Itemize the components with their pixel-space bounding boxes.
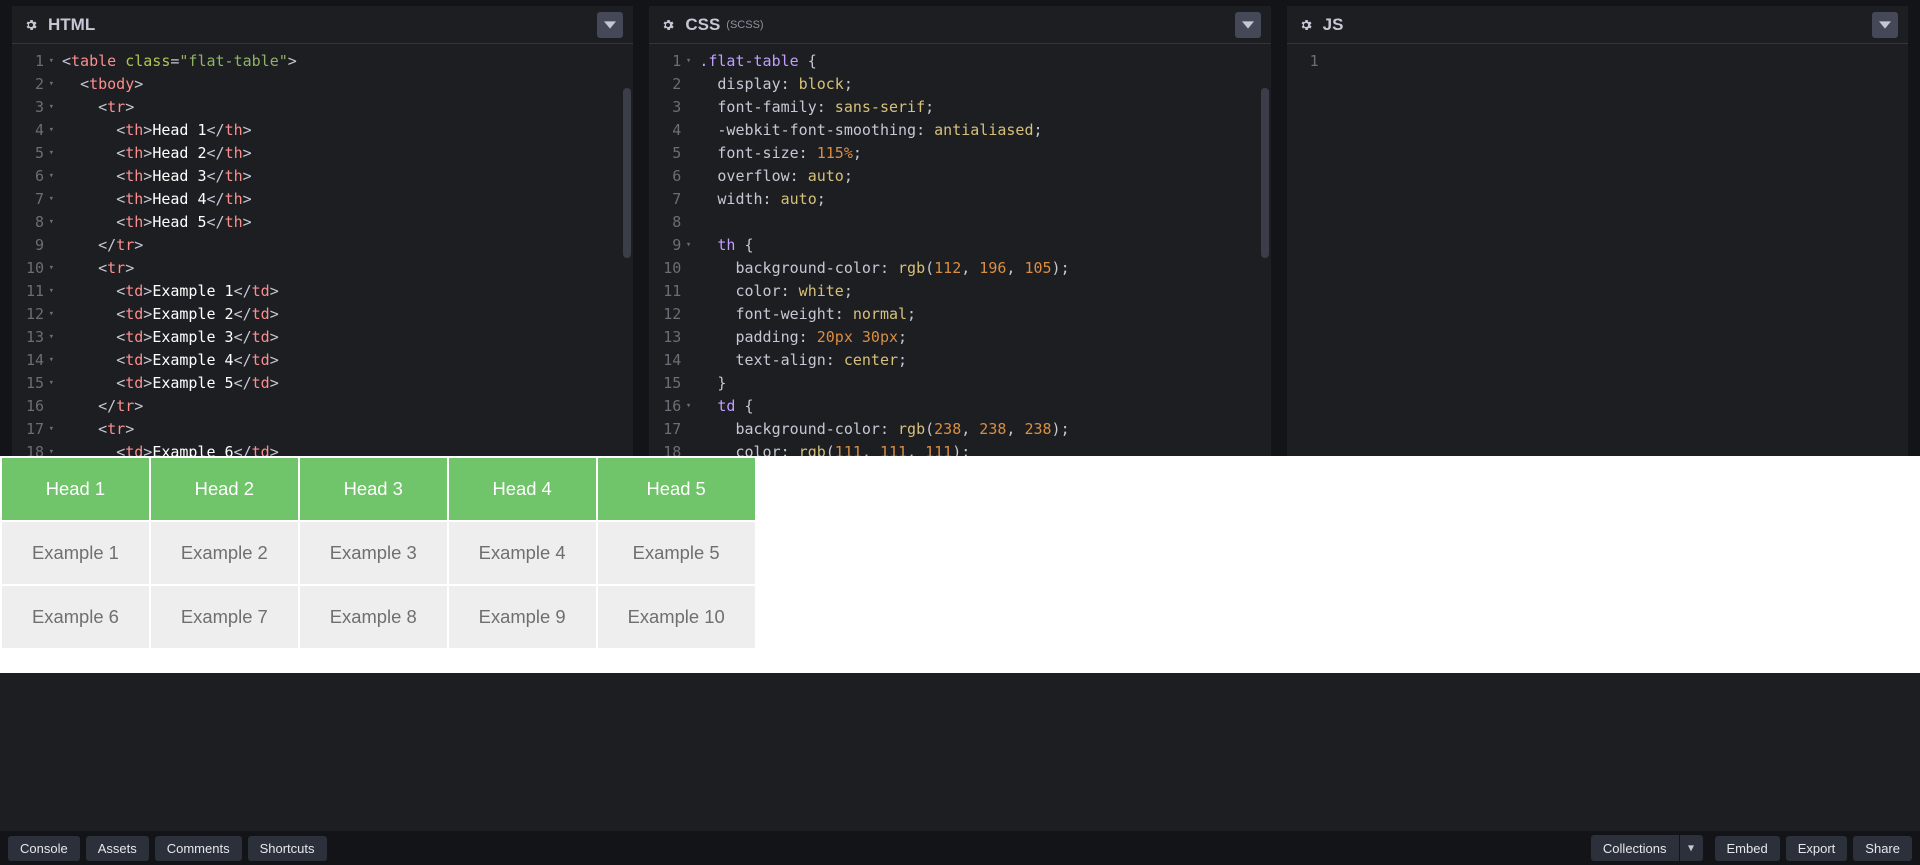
- gear-icon[interactable]: [655, 12, 681, 38]
- table-cell: Example 5: [598, 522, 755, 584]
- html-editor[interactable]: 123456789101112131415161718 <table class…: [12, 44, 633, 456]
- export-button[interactable]: Export: [1786, 836, 1848, 861]
- html-code[interactable]: <table class="flat-table"> <tbody> <tr> …: [52, 44, 633, 456]
- table-cell: Example 10: [598, 586, 755, 648]
- table-cell: Example 2: [151, 522, 298, 584]
- table-header: Head 4: [449, 458, 596, 520]
- console-button[interactable]: Console: [8, 836, 80, 861]
- scrollbar[interactable]: [1261, 88, 1269, 258]
- css-code[interactable]: .flat-table { display: block; font-famil…: [689, 44, 1270, 456]
- table-row: Head 1 Head 2 Head 3 Head 4 Head 5: [2, 458, 755, 520]
- chevron-down-icon[interactable]: ▼: [1679, 835, 1703, 861]
- scrollbar[interactable]: [623, 88, 631, 258]
- gear-icon[interactable]: [1293, 12, 1319, 38]
- table-row: Example 6 Example 7 Example 8 Example 9 …: [2, 586, 755, 648]
- share-button[interactable]: Share: [1853, 836, 1912, 861]
- js-pane: JS 1: [1287, 6, 1908, 456]
- css-editor[interactable]: 123456789101112131415161718 .flat-table …: [649, 44, 1270, 456]
- table-header: Head 1: [2, 458, 149, 520]
- line-gutter: 1: [1287, 44, 1327, 456]
- footer-bar: Console Assets Comments Shortcuts Collec…: [0, 831, 1920, 865]
- output-preview: Head 1 Head 2 Head 3 Head 4 Head 5 Examp…: [0, 456, 1920, 673]
- comments-button[interactable]: Comments: [155, 836, 242, 861]
- preview-table: Head 1 Head 2 Head 3 Head 4 Head 5 Examp…: [0, 456, 1920, 650]
- embed-button[interactable]: Embed: [1715, 836, 1780, 861]
- chevron-down-icon[interactable]: [1235, 12, 1261, 38]
- chevron-down-icon[interactable]: [1872, 12, 1898, 38]
- line-gutter: 123456789101112131415161718: [12, 44, 52, 456]
- table-cell: Example 8: [300, 586, 447, 648]
- js-pane-header: JS: [1287, 6, 1908, 44]
- html-pane-header: HTML: [12, 6, 633, 44]
- pane-title: JS: [1323, 15, 1344, 35]
- collections-button[interactable]: Collections: [1591, 836, 1679, 861]
- table-cell: Example 3: [300, 522, 447, 584]
- table-cell: Example 9: [449, 586, 596, 648]
- js-code[interactable]: [1327, 44, 1908, 456]
- css-pane-header: CSS (SCSS): [649, 6, 1270, 44]
- css-pane: CSS (SCSS) 123456789101112131415161718 .…: [649, 6, 1270, 456]
- line-gutter: 123456789101112131415161718: [649, 44, 689, 456]
- table-cell: Example 6: [2, 586, 149, 648]
- table-row: Example 1 Example 2 Example 3 Example 4 …: [2, 522, 755, 584]
- table-header: Head 5: [598, 458, 755, 520]
- table-cell: Example 4: [449, 522, 596, 584]
- collections-dropdown[interactable]: Collections ▼: [1591, 835, 1703, 861]
- shortcuts-button[interactable]: Shortcuts: [248, 836, 327, 861]
- table-cell: Example 7: [151, 586, 298, 648]
- assets-button[interactable]: Assets: [86, 836, 149, 861]
- pane-subtitle: (SCSS): [726, 19, 763, 31]
- html-pane: HTML 123456789101112131415161718 <table …: [12, 6, 633, 456]
- js-editor[interactable]: 1: [1287, 44, 1908, 456]
- chevron-down-icon[interactable]: [597, 12, 623, 38]
- table-cell: Example 1: [2, 522, 149, 584]
- table-header: Head 3: [300, 458, 447, 520]
- table-header: Head 2: [151, 458, 298, 520]
- gear-icon[interactable]: [18, 12, 44, 38]
- pane-title: CSS: [685, 15, 720, 35]
- pane-title: HTML: [48, 15, 95, 35]
